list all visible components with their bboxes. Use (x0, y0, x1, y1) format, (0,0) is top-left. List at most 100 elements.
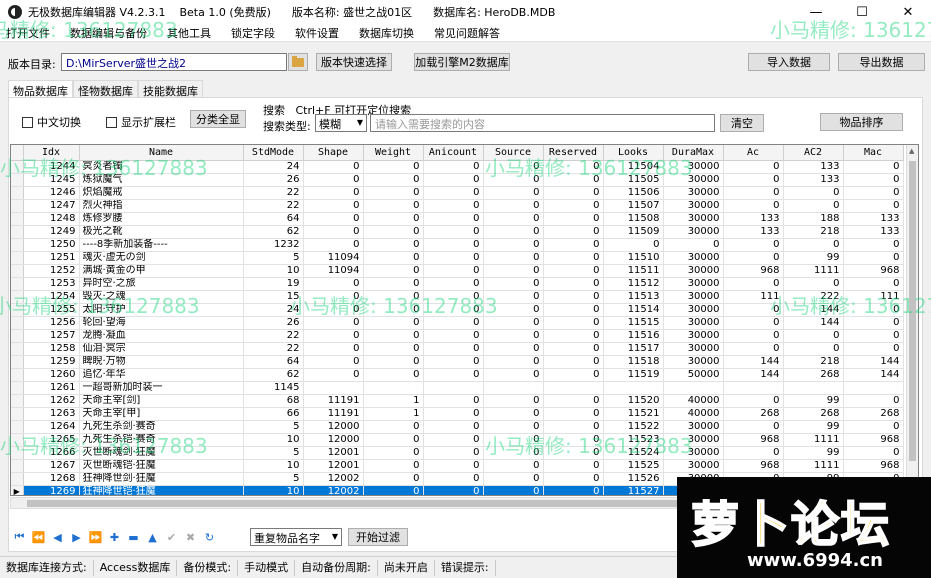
cell-shape[interactable]: 0 (303, 277, 364, 291)
cell-weight[interactable]: 0 (363, 368, 424, 382)
next-record-icon[interactable]: ▶ (67, 531, 86, 544)
cell-source[interactable]: 0 (483, 212, 544, 226)
row-selector[interactable] (11, 459, 24, 473)
cell-weight[interactable]: 0 (363, 342, 424, 356)
menu-data-edit[interactable]: 数据编辑与备份 (70, 25, 147, 41)
cell-looks[interactable]: 11513 (603, 290, 664, 304)
table-row[interactable]: 1262 天命主宰[剑] 68 11191 1 0 0 0 11520 40000 0 99 0 (11, 394, 904, 408)
cell-name[interactable]: 狂神降世铠·狂魔 (79, 485, 244, 495)
cell-source[interactable]: 0 (483, 407, 544, 421)
item-sort-button[interactable]: 物品排序 (820, 113, 903, 131)
table-row[interactable]: 1247 烈火神指 22 0 0 0 0 0 11507 30000 0 0 0 (11, 199, 904, 213)
cell-idx[interactable]: 1267 (23, 459, 80, 473)
menu-db-switch[interactable]: 数据库切换 (359, 25, 414, 41)
cell-name[interactable]: 魂灭·虚无の剑 (79, 251, 244, 265)
cell-name[interactable]: 炼狱魔气 (79, 173, 244, 187)
cell-duramax[interactable]: 30000 (663, 290, 724, 304)
cell-idx[interactable]: 1265 (23, 433, 80, 447)
cell-name[interactable]: 满城·黄金の甲 (79, 264, 244, 278)
cell-name[interactable]: 天命主宰[甲] (79, 407, 244, 421)
cell-idx[interactable]: 1259 (23, 355, 80, 369)
cell-ac2[interactable]: 144 (783, 303, 844, 317)
cell-anicount[interactable]: 0 (423, 160, 484, 174)
cell-shape[interactable]: 11191 (303, 394, 364, 408)
cell-ac[interactable]: 144 (723, 368, 784, 382)
cell-duramax[interactable]: 30000 (663, 251, 724, 265)
table-row[interactable]: 1265 九死生杀铠·赛奇 10 12000 0 0 0 0 11523 30000 968 1111… (11, 433, 904, 447)
minimize-button[interactable]: — (793, 0, 839, 24)
cell-name[interactable]: 炽焰魔戒 (79, 186, 244, 200)
prev-page-icon[interactable]: ⏪ (29, 531, 48, 544)
cell-source[interactable]: 0 (483, 355, 544, 369)
cell-duramax[interactable]: 30000 (663, 459, 724, 473)
cell-idx[interactable]: 1266 (23, 446, 80, 460)
cell-stdmode[interactable]: 10 (243, 433, 304, 447)
show-ext-checkbox[interactable]: 显示扩展栏 (106, 114, 176, 130)
cell-weight[interactable]: 0 (363, 420, 424, 434)
cell-reserved[interactable]: 0 (543, 342, 604, 356)
cell-anicount[interactable]: 0 (423, 342, 484, 356)
cell-stdmode[interactable]: 26 (243, 173, 304, 187)
cell-stdmode[interactable]: 22 (243, 199, 304, 213)
cell-ac2[interactable]: 218 (783, 355, 844, 369)
cell-source[interactable]: 0 (483, 186, 544, 200)
cell-ac[interactable]: 0 (723, 303, 784, 317)
cell-name[interactable]: 异时空·之旅 (79, 277, 244, 291)
cell-duramax[interactable]: 30000 (663, 186, 724, 200)
cell-anicount[interactable]: 0 (423, 459, 484, 473)
cell-mac[interactable]: 0 (843, 277, 904, 291)
table-row[interactable]: 1252 满城·黄金の甲 10 11094 0 0 0 0 11511 30000 968 1111 9… (11, 264, 904, 278)
cell-duramax[interactable] (663, 381, 724, 395)
cell-stdmode[interactable]: 26 (243, 316, 304, 330)
table-row[interactable]: 1250 ----8季新加装备---- 1232 0 0 0 0 0 0 0 0 0 0 (11, 238, 904, 252)
cell-reserved[interactable]: 0 (543, 355, 604, 369)
cell-source[interactable]: 0 (483, 420, 544, 434)
cell-name[interactable]: 炼修罗腰 (79, 212, 244, 226)
column-header-idx[interactable]: Idx (23, 145, 80, 161)
cell-duramax[interactable]: 30000 (663, 303, 724, 317)
cell-source[interactable]: 0 (483, 173, 544, 187)
cell-name[interactable]: 九死生杀铠·赛奇 (79, 433, 244, 447)
cell-duramax[interactable]: 30000 (663, 342, 724, 356)
cell-shape[interactable]: 0 (303, 186, 364, 200)
cell-ac2[interactable]: 133 (783, 160, 844, 174)
cell-source[interactable]: 0 (483, 485, 544, 495)
cell-anicount[interactable]: 0 (423, 394, 484, 408)
cell-mac[interactable]: 0 (843, 251, 904, 265)
cell-looks[interactable]: 11506 (603, 186, 664, 200)
cell-reserved[interactable]: 0 (543, 472, 604, 486)
item-grid[interactable]: Idx Name StdMode Shape Weight Anicount Source R… (10, 144, 919, 496)
quick-select-button[interactable]: 版本快速选择 (316, 53, 392, 71)
cell-looks[interactable]: 11511 (603, 264, 664, 278)
column-header-looks[interactable]: Looks (603, 145, 664, 161)
clear-button[interactable]: 清空 (720, 114, 764, 132)
cell-source[interactable]: 0 (483, 446, 544, 460)
row-selector[interactable] (11, 407, 24, 421)
cell-weight[interactable]: 0 (363, 199, 424, 213)
column-header-reserved[interactable]: Reserved (543, 145, 604, 161)
cell-source[interactable]: 0 (483, 277, 544, 291)
cell-ac[interactable]: 0 (723, 316, 784, 330)
row-selector[interactable] (11, 368, 24, 382)
cell-source[interactable]: 0 (483, 251, 544, 265)
cell-mac[interactable]: 144 (843, 368, 904, 382)
cell-shape[interactable]: 0 (303, 290, 364, 304)
cell-anicount[interactable]: 0 (423, 238, 484, 252)
table-row[interactable]: 1244 冥炎者镯 24 0 0 0 0 0 11504 30000 0 133 0 (11, 160, 904, 174)
cell-idx[interactable]: 1268 (23, 472, 80, 486)
table-row[interactable]: 1263 天命主宰[甲] 66 11191 1 0 0 0 11521 40000 268 268 26… (11, 407, 904, 421)
cell-ac2[interactable]: 99 (783, 251, 844, 265)
tab-items[interactable]: 物品数据库 (8, 80, 73, 98)
cell-mac[interactable]: 133 (843, 225, 904, 239)
cell-ac2[interactable]: 268 (783, 407, 844, 421)
cell-idx[interactable]: 1247 (23, 199, 80, 213)
cell-anicount[interactable]: 0 (423, 303, 484, 317)
cell-ac2[interactable]: 0 (783, 199, 844, 213)
row-selector[interactable] (11, 264, 24, 278)
move-up-icon[interactable]: ▲ (143, 531, 162, 544)
row-selector[interactable] (11, 225, 24, 239)
cell-reserved[interactable]: 0 (543, 459, 604, 473)
cell-reserved[interactable]: 0 (543, 446, 604, 460)
row-selector[interactable] (11, 290, 24, 304)
cell-weight[interactable]: 0 (363, 225, 424, 239)
